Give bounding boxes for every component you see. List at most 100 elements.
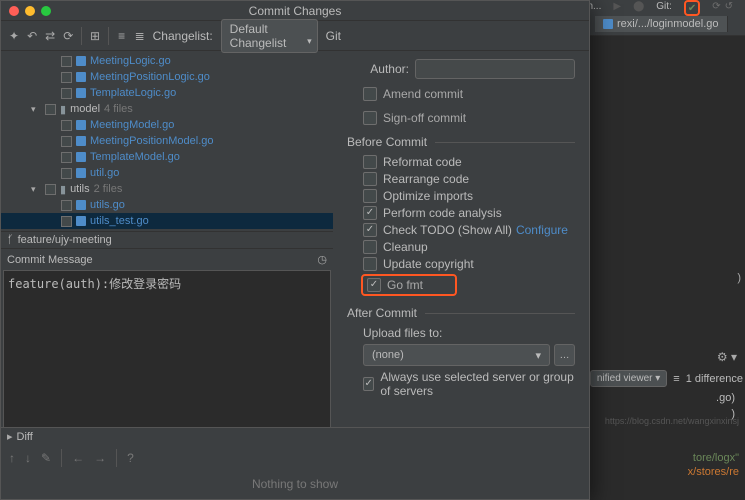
before-commit-section: Before Commit (347, 135, 575, 149)
tree-file[interactable]: MeetingModel.go (90, 119, 174, 131)
next-change-icon[interactable]: ↓ (25, 451, 31, 465)
amend-checkbox[interactable] (363, 87, 377, 101)
tree-file[interactable]: MeetingLogic.go (90, 55, 171, 67)
maximize-icon[interactable] (41, 6, 51, 16)
tree-file[interactable]: TemplateLogic.go (90, 87, 176, 99)
tab-label: rexi/.../loginmodel.go (617, 18, 719, 30)
editor-settings-icons[interactable]: ⚙ ▾ (717, 350, 737, 364)
go-file-icon (76, 136, 86, 146)
folder-icon: ▮ (60, 183, 66, 196)
tree-file[interactable]: utils_test.go (90, 215, 149, 227)
analysis-label: Perform code analysis (383, 206, 502, 220)
folder-checkbox[interactable] (45, 184, 56, 195)
tree-file[interactable]: MeetingPositionLogic.go (90, 71, 210, 83)
branch-name: feature/ujy-meeting (18, 234, 112, 246)
signoff-checkbox[interactable] (363, 111, 377, 125)
tree-file[interactable]: TemplateModel.go (90, 151, 180, 163)
analysis-checkbox[interactable] (363, 206, 377, 220)
file-checkbox[interactable] (61, 88, 72, 99)
commit-star-icon[interactable]: ✦ (9, 29, 19, 43)
gofmt-label: Go fmt (387, 278, 451, 292)
folder-icon: ▮ (60, 103, 66, 116)
diff-label: Diff (17, 431, 33, 443)
debug-icon[interactable]: ⬤ (633, 1, 644, 12)
commit-toolbar-highlight: ✔ (684, 0, 700, 16)
file-tree[interactable]: MeetingLogic.go MeetingPositionLogic.go … (1, 51, 333, 231)
group-icon[interactable]: ⊞ (90, 29, 100, 43)
always-server-checkbox[interactable] (363, 377, 374, 391)
rearrange-label: Rearrange code (383, 172, 469, 186)
viewer-mode-combo[interactable]: nified viewer ▾ (590, 370, 667, 387)
reformat-checkbox[interactable] (363, 155, 377, 169)
refresh-icon[interactable]: ⟳ (63, 29, 73, 43)
tree-folder[interactable]: model (70, 103, 100, 115)
diff-empty-text: Nothing to show (1, 471, 589, 491)
go-file-icon (76, 56, 86, 66)
file-checkbox[interactable] (61, 216, 72, 227)
dialog-toolbar: ✦ ↶ ⇄ ⟳ ⊞ ≡ ≣ Changelist: Default Change… (1, 21, 589, 51)
git-update-icon[interactable]: ⟳ (712, 1, 720, 12)
file-checkbox[interactable] (61, 56, 72, 67)
file-checkbox[interactable] (61, 168, 72, 179)
tree-file[interactable]: MeetingPositionModel.go (90, 135, 214, 147)
close-icon[interactable] (9, 6, 19, 16)
edit-icon[interactable]: ✎ (41, 451, 51, 465)
watermark: https://blog.csdn.net/wangxinxinsj (605, 416, 739, 426)
help-icon[interactable]: ? (127, 451, 134, 465)
file-count: 2 files (94, 183, 123, 195)
arrow-left-icon[interactable]: ← (72, 451, 84, 465)
go-file-icon (76, 216, 86, 226)
expand-icon[interactable]: ≡ (117, 29, 127, 43)
file-checkbox[interactable] (61, 136, 72, 147)
git-label: Git: (656, 1, 672, 12)
file-checkbox[interactable] (61, 120, 72, 131)
go-file-icon (76, 88, 86, 98)
todo-checkbox[interactable] (363, 223, 377, 237)
tree-file[interactable]: util.go (90, 167, 119, 179)
upload-server-combo[interactable]: (none)▾ (363, 344, 550, 366)
gofmt-checkbox[interactable] (367, 278, 381, 292)
go-file-icon (76, 200, 86, 210)
run-icon[interactable]: ▶ (613, 1, 621, 12)
commit-checkmark-icon[interactable]: ✔ (688, 3, 696, 14)
gofmt-highlight: Go fmt (361, 274, 457, 296)
todo-label: Check TODO (Show All) (383, 223, 512, 237)
author-input[interactable] (415, 59, 575, 79)
expand-icon[interactable]: ▾ (31, 184, 41, 195)
diff-viewer-bar: nified viewer ▾ ≡ 1 difference (590, 370, 743, 387)
always-server-label: Always use selected server or group of s… (380, 370, 575, 398)
go-file-icon (76, 72, 86, 82)
diff-expand-icon[interactable]: ▸ (7, 430, 13, 443)
folder-checkbox[interactable] (45, 104, 56, 115)
diff-icon[interactable]: ⇄ (45, 29, 55, 43)
commit-dialog: Commit Changes ✦ ↶ ⇄ ⟳ ⊞ ≡ ≣ Changelist:… (0, 0, 590, 500)
history-icon[interactable]: ◷ (317, 253, 327, 266)
optimize-checkbox[interactable] (363, 189, 377, 203)
upload-more-button[interactable]: … (554, 344, 575, 366)
file-checkbox[interactable] (61, 200, 72, 211)
editor-tab-loginmodel[interactable]: rexi/.../loginmodel.go (595, 16, 728, 32)
prev-diff-icon[interactable]: ≡ (673, 373, 679, 385)
file-checkbox[interactable] (61, 72, 72, 83)
minimize-icon[interactable] (25, 6, 35, 16)
changelist-combo[interactable]: Default Changelist (221, 19, 318, 53)
tree-file[interactable]: utils.go (90, 199, 125, 211)
prev-change-icon[interactable]: ↑ (9, 451, 15, 465)
diff-count: 1 difference (686, 373, 743, 385)
undo-icon[interactable]: ↶ (27, 29, 37, 43)
rearrange-checkbox[interactable] (363, 172, 377, 186)
cleanup-checkbox[interactable] (363, 240, 377, 254)
commit-message-label: Commit Message (7, 254, 93, 266)
file-checkbox[interactable] (61, 152, 72, 163)
tree-folder[interactable]: utils (70, 183, 90, 195)
todo-configure-link[interactable]: Configure (516, 223, 568, 237)
dialog-title: Commit Changes (249, 4, 342, 18)
branch-bar[interactable]: ᚶ feature/ujy-meeting (1, 231, 333, 248)
bg-import-1: tore/logx" (693, 452, 739, 464)
expand-icon[interactable]: ▾ (31, 104, 41, 115)
signoff-label: Sign-off commit (383, 111, 466, 125)
copyright-checkbox[interactable] (363, 257, 377, 271)
collapse-icon[interactable]: ≣ (135, 29, 145, 43)
arrow-right-icon[interactable]: → (94, 451, 106, 465)
git-history-icon[interactable]: ↺ (725, 1, 733, 12)
